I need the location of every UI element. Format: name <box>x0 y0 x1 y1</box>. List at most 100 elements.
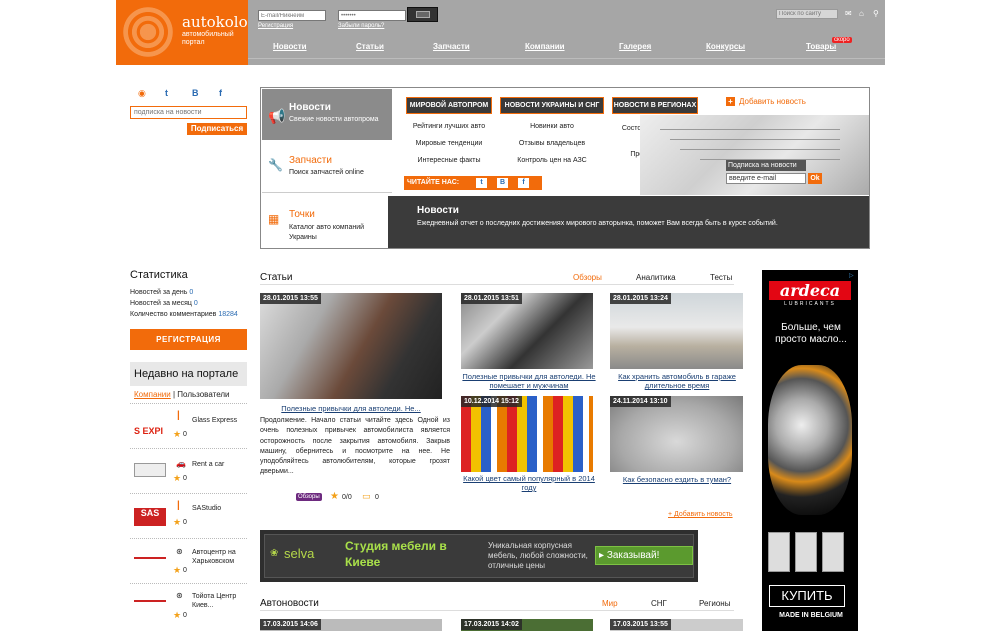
site-logo[interactable]: autokolo автомобильный портал <box>116 0 248 65</box>
register-link[interactable]: Регистрация <box>258 23 293 29</box>
news-subscribe-label: Подписка на новости <box>726 160 806 171</box>
article-photo[interactable]: 28.01.2015 13:24 <box>610 293 743 369</box>
nav-articles[interactable]: Статьи <box>356 42 384 51</box>
category-ukraine-cis[interactable]: НОВОСТИ УКРАИНЫ И СНГ <box>500 97 604 114</box>
list-item[interactable]: SAS ┃ SAStudio ★ 0 <box>130 493 247 537</box>
article-tag[interactable]: Обзоры <box>296 493 322 501</box>
nav-companies[interactable]: Компании <box>525 42 565 51</box>
selva-logo-icon: ❀ <box>270 548 279 559</box>
tab-cis[interactable]: СНГ <box>651 599 667 608</box>
main-article-link[interactable]: Полезные привычки для автоледи. Не... <box>262 404 440 413</box>
nav-goods[interactable]: Товары <box>806 42 836 51</box>
star-icon: ★ <box>173 565 182 575</box>
company-logo: SAS <box>134 508 166 526</box>
tab-users[interactable]: Пользователи <box>177 390 229 399</box>
oil-can-icon <box>822 532 844 572</box>
ad-brand: ardeca <box>769 281 851 300</box>
password-input[interactable] <box>338 10 406 21</box>
article-link[interactable]: Полезные привычки для автоледи. Не помеш… <box>461 372 597 390</box>
company-name: Тойота Центр Киев... <box>192 593 237 609</box>
company-logo <box>134 600 166 610</box>
list-item[interactable]: 🚗 Rent a car ★ 0 <box>130 448 247 492</box>
company-rating: 0 <box>183 612 187 619</box>
link-facts[interactable]: Интересные факты <box>406 157 492 164</box>
autonews-date: 17.03.2015 14:02 <box>461 619 522 630</box>
stat-value: 18284 <box>218 311 238 318</box>
forgot-password-link[interactable]: Забыли пароль? <box>338 23 384 29</box>
article-photo[interactable]: 24.11.2014 13:10 <box>610 396 743 472</box>
list-item[interactable]: ⊛ Автоцентр на Харьковском ★ 0 <box>130 538 247 582</box>
add-news-link[interactable]: Добавить новость <box>739 97 806 106</box>
article-link[interactable]: Как безопасно ездить в туман? <box>608 475 746 484</box>
news-subscribe-ok-button[interactable]: Ok <box>808 173 822 184</box>
nav-gallery[interactable]: Галерея <box>619 42 651 51</box>
email-input[interactable] <box>258 10 326 21</box>
company-name: Rent a car <box>192 461 225 468</box>
grid-icon: ▦ <box>268 212 280 226</box>
twitter-icon[interactable]: t <box>165 88 168 98</box>
link-new-cars[interactable]: Новинки авто <box>500 123 604 130</box>
nav-contests[interactable]: Конкурсы <box>706 42 745 51</box>
ad-buy-button[interactable]: КУПИТЬ <box>769 585 845 607</box>
subscribe-button[interactable]: Подписаться <box>187 123 247 135</box>
banner-order-button[interactable]: ▸ Заказывай! <box>595 546 693 565</box>
star-icon[interactable]: ★ <box>330 491 339 502</box>
login-button[interactable] <box>407 7 438 22</box>
autonews-divider <box>260 610 734 611</box>
facebook-icon[interactable]: f <box>219 88 222 98</box>
autonews-photo[interactable]: 17.03.2015 14:02 <box>461 619 593 631</box>
company-name: Автоцентр на Харьковском <box>192 549 236 565</box>
autonews-title: Автоновости <box>260 598 319 609</box>
search-icon[interactable]: ⚲ <box>873 9 879 18</box>
nav-news[interactable]: Новости <box>273 42 307 51</box>
list-item[interactable]: S EXPI ┃ Glass Express ★ 0 <box>130 403 247 447</box>
tab-companies[interactable]: Компании <box>134 390 171 399</box>
autonews-photo[interactable]: 17.03.2015 13:55 <box>610 619 743 631</box>
stat-news-day: Новостей за день 0 <box>130 289 193 296</box>
company-logo <box>134 557 166 565</box>
autonews-date: 17.03.2015 14:06 <box>260 619 321 630</box>
category-world-auto[interactable]: МИРОВОЙ АВТОПРОМ <box>406 97 492 114</box>
mail-icon[interactable]: ✉ <box>845 9 852 18</box>
autonews-photo[interactable]: 17.03.2015 14:06 <box>260 619 442 631</box>
news-subscribe-email[interactable]: введите e-mail <box>726 173 806 184</box>
article-date: 28.01.2015 13:24 <box>610 293 671 304</box>
rss-icon[interactable]: ◉ <box>138 88 146 99</box>
read-us-bar: ЧИТАЙТЕ НАС: t B f <box>404 176 542 190</box>
nav-parts[interactable]: Запчасти <box>433 42 470 51</box>
category-regions[interactable]: НОВОСТИ В РЕГИОНАХ <box>612 97 698 114</box>
adchoices-icon[interactable]: ▷ <box>849 272 854 279</box>
tab-analytics[interactable]: Аналитика <box>636 273 676 282</box>
read-us-vk-icon[interactable]: B <box>497 178 508 188</box>
article-photo[interactable]: 10.12.2014 15:12 <box>461 396 593 472</box>
subscribe-email-input[interactable] <box>130 106 247 119</box>
oil-can-icon <box>768 532 790 572</box>
pin-icon: ┃ <box>176 411 181 420</box>
link-ratings[interactable]: Рейтинги лучших авто <box>406 123 492 130</box>
link-fuel-prices[interactable]: Контроль цен на АЗС <box>500 157 604 164</box>
tab-regions[interactable]: Регионы <box>699 599 730 608</box>
main-article-photo[interactable]: 28.01.2015 13:55 <box>260 293 442 399</box>
read-us-twitter-icon[interactable]: t <box>476 178 487 188</box>
tab-news-sub: Свежие новости автопрома <box>289 116 379 123</box>
tab-world[interactable]: Мир <box>602 599 618 608</box>
articles-title: Статьи <box>260 272 293 283</box>
comment-icon[interactable]: ▭ <box>362 491 371 502</box>
add-news-plus-icon: + <box>726 97 735 106</box>
home-icon[interactable]: ⌂ <box>859 9 864 18</box>
site-search-input[interactable] <box>776 9 838 19</box>
tab-tests[interactable]: Тесты <box>710 273 732 282</box>
article-link[interactable]: Какой цвет самый популярный в 2014 году <box>461 474 597 492</box>
link-reviews[interactable]: Отзывы владельцев <box>500 140 604 147</box>
register-button[interactable]: РЕГИСТРАЦИЯ <box>130 329 247 350</box>
read-us-facebook-icon[interactable]: f <box>518 178 529 188</box>
list-item[interactable]: ⊛ Тойота Центр Киев... ★ 0 <box>130 583 247 627</box>
tab-points-title: Точки <box>289 209 315 220</box>
link-trends[interactable]: Мировые тенденции <box>406 140 492 147</box>
tab-reviews[interactable]: Обзоры <box>573 273 602 282</box>
add-news-bottom-link[interactable]: + Добавить новость <box>668 511 733 518</box>
article-photo[interactable]: 28.01.2015 13:51 <box>461 293 593 369</box>
stats-title: Статистика <box>130 269 188 281</box>
article-link[interactable]: Как хранить автомобиль в гараже длительн… <box>608 372 746 390</box>
vkontakte-icon[interactable]: B <box>192 88 199 98</box>
